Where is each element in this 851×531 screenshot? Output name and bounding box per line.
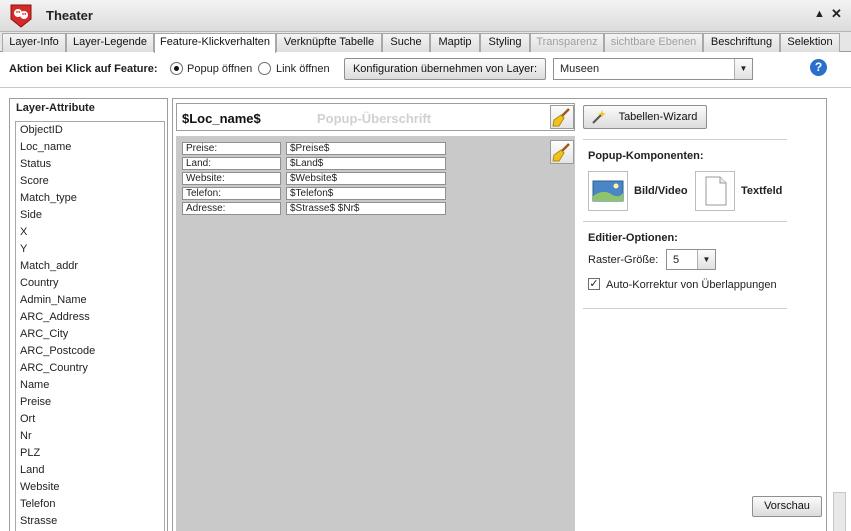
tab-selektion[interactable]: Selektion <box>780 33 840 52</box>
list-item[interactable]: Match_addr <box>16 258 164 275</box>
list-item[interactable]: Website <box>16 479 164 496</box>
list-item[interactable]: ARC_Postcode <box>16 343 164 360</box>
auto-correct-label[interactable]: Auto-Korrektur von Überlappungen <box>606 279 777 291</box>
popup-header-field[interactable]: $Loc_name$ Popup-Überschrift <box>176 103 575 131</box>
tab-feature-klickverhalten[interactable]: Feature-Klickverhalten <box>154 33 276 53</box>
list-item[interactable]: ObjectID <box>16 122 164 139</box>
layer-select-value: Museen <box>560 63 600 75</box>
tab-beschriftung[interactable]: Beschriftung <box>703 33 780 52</box>
window-title: Theater <box>46 8 93 23</box>
grid-size-value: 5 <box>673 254 680 266</box>
list-item[interactable]: Strasse <box>16 513 164 530</box>
feature-action-row: Aktion bei Klick auf Feature: Popup öffn… <box>0 53 851 87</box>
popup-radio-label[interactable]: Popup öffnen <box>187 63 252 75</box>
list-item[interactable]: ARC_Address <box>16 309 164 326</box>
title-bar: Theater ▲ ✕ <box>0 0 851 32</box>
popup-radio[interactable] <box>170 62 183 75</box>
field-value-cell[interactable]: $Preise$ <box>286 142 446 155</box>
list-item[interactable]: ARC_Country <box>16 360 164 377</box>
table-wizard-label: Tabellen-Wizard <box>618 111 698 123</box>
list-item[interactable]: Score <box>16 173 164 190</box>
field-label-cell[interactable]: Land: <box>182 157 281 170</box>
list-item[interactable]: Y <box>16 241 164 258</box>
field-label-cell[interactable]: Telefon: <box>182 187 281 200</box>
divider <box>583 308 787 309</box>
list-item[interactable]: Preise <box>16 394 164 411</box>
attribute-list[interactable]: ObjectID Loc_name Status Score Match_typ… <box>15 121 165 531</box>
main-area: Layer-Attribute ObjectID Loc_name Status… <box>0 88 851 531</box>
close-icon[interactable]: ✕ <box>831 6 842 22</box>
tab-sichtbare-ebenen: sichtbare Ebenen <box>604 33 703 52</box>
list-item[interactable]: Name <box>16 377 164 394</box>
chevron-down-icon[interactable]: ▼ <box>734 59 752 79</box>
table-wizard-button[interactable]: Tabellen-Wizard <box>583 105 707 129</box>
tab-styling[interactable]: Styling <box>480 33 530 52</box>
image-video-label[interactable]: Bild/Video <box>634 185 688 197</box>
textfield-tile[interactable] <box>695 171 735 211</box>
popup-canvas[interactable]: Preise: $Preise$ Land: $Land$ Website: $… <box>176 136 575 531</box>
layer-attributes-panel: Layer-Attribute ObjectID Loc_name Status… <box>9 98 168 531</box>
field-value-cell[interactable]: $Land$ <box>286 157 446 170</box>
preview-button[interactable]: Vorschau <box>752 496 822 517</box>
grid-size-select[interactable]: 5 ▼ <box>666 249 716 270</box>
popup-header-placeholder: Popup-Überschrift <box>317 111 432 126</box>
popup-header-value: $Loc_name$ <box>182 111 261 126</box>
options-panel: Tabellen-Wizard Popup-Komponenten: Bild/… <box>583 103 787 523</box>
list-item[interactable]: Admin_Name <box>16 292 164 309</box>
list-item[interactable]: Telefon <box>16 496 164 513</box>
list-item[interactable]: Land <box>16 462 164 479</box>
tab-suche[interactable]: Suche <box>382 33 430 52</box>
list-item[interactable]: ARC_City <box>16 326 164 343</box>
divider <box>583 139 787 140</box>
list-item[interactable]: Nr <box>16 428 164 445</box>
field-value-cell[interactable]: $Telefon$ <box>286 187 446 200</box>
apply-config-button[interactable]: Konfiguration übernehmen von Layer: <box>344 58 546 80</box>
list-item[interactable]: Status <box>16 156 164 173</box>
document-icon <box>705 176 727 206</box>
chevron-down-icon[interactable]: ▼ <box>697 250 715 269</box>
clear-canvas-button[interactable] <box>550 140 574 164</box>
tab-layer-info[interactable]: Layer-Info <box>2 33 66 52</box>
auto-correct-checkbox[interactable]: ✓ <box>588 278 600 290</box>
scrollbar[interactable] <box>833 492 846 531</box>
layer-select[interactable]: Museen ▼ <box>553 58 753 80</box>
list-item[interactable]: Side <box>16 207 164 224</box>
image-video-tile[interactable] <box>588 171 628 211</box>
tab-maptip[interactable]: Maptip <box>430 33 480 52</box>
divider <box>583 221 787 222</box>
collapse-icon[interactable]: ▲ <box>814 8 825 20</box>
feature-action-label: Aktion bei Klick auf Feature: <box>9 63 158 75</box>
broom-icon <box>552 143 570 162</box>
link-radio-label[interactable]: Link öffnen <box>276 63 330 75</box>
tab-verknuepfte-tabelle[interactable]: Verknüpfte Tabelle <box>276 33 382 52</box>
field-label-cell[interactable]: Adresse: <box>182 202 281 215</box>
list-item[interactable]: Match_type <box>16 190 164 207</box>
magic-wand-icon <box>592 110 606 124</box>
list-item[interactable]: Loc_name <box>16 139 164 156</box>
field-value-cell[interactable]: $Strasse$ $Nr$ <box>286 202 446 215</box>
list-item[interactable]: X <box>16 224 164 241</box>
list-item[interactable]: Country <box>16 275 164 292</box>
grid-size-label: Raster-Größe: <box>588 254 659 266</box>
edit-options-heading: Editier-Optionen: <box>588 232 678 244</box>
popup-components-heading: Popup-Komponenten: <box>588 150 704 162</box>
list-item[interactable]: PLZ <box>16 445 164 462</box>
field-label-cell[interactable]: Website: <box>182 172 281 185</box>
tab-transparenz: Transparenz <box>530 33 604 52</box>
tab-bar: Layer-Info Layer-Legende Feature-Klickve… <box>0 32 851 53</box>
clear-header-button[interactable] <box>550 105 574 129</box>
field-label-cell[interactable]: Preise: <box>182 142 281 155</box>
layer-attributes-title: Layer-Attribute <box>16 102 95 114</box>
textfield-label[interactable]: Textfeld <box>741 185 782 197</box>
broom-icon <box>552 108 570 127</box>
tab-layer-legende[interactable]: Layer-Legende <box>66 33 154 52</box>
theater-masks-icon <box>10 4 32 28</box>
link-radio[interactable] <box>258 62 271 75</box>
help-icon[interactable]: ? <box>810 59 827 76</box>
field-value-cell[interactable]: $Website$ <box>286 172 446 185</box>
image-icon <box>592 180 624 202</box>
list-item[interactable]: Ort <box>16 411 164 428</box>
popup-editor: $Loc_name$ Popup-Überschrift Preise: $Pr… <box>172 98 846 531</box>
